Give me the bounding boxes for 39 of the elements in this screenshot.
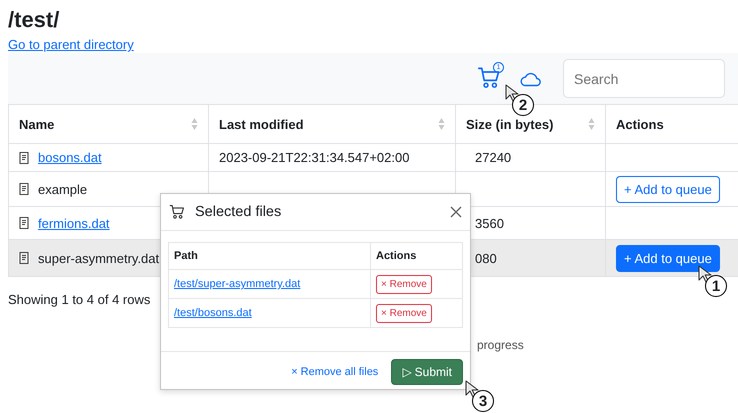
remove-all-link[interactable]: × Remove all files: [291, 366, 378, 378]
cart-icon: [169, 204, 185, 220]
search-field[interactable]: Search: [563, 59, 725, 98]
file-icon: [19, 252, 29, 264]
file-size: 080: [475, 250, 497, 266]
column-header: Actions: [376, 250, 416, 262]
callout-number: 3: [472, 390, 494, 412]
file-icon: [19, 183, 29, 195]
callout-number: 1: [705, 275, 727, 297]
file-icon: [19, 152, 29, 164]
file-link[interactable]: fermions.dat: [38, 216, 110, 230]
status-text: progress: [477, 338, 524, 352]
modified-date: 2023-09-21T22:31:34.547+02:00: [219, 150, 410, 165]
file-size: 27240: [475, 150, 512, 165]
pagination-info: Showing 1 to 4 of 4 rows: [8, 292, 150, 307]
close-icon[interactable]: [450, 206, 462, 218]
submit-button[interactable]: ▷ Submit: [391, 359, 463, 385]
page-title: /test/: [8, 6, 60, 34]
cursor-icon: [465, 380, 479, 398]
cloud-icon[interactable]: [519, 70, 541, 86]
file-link[interactable]: bosons.dat: [38, 150, 102, 165]
remove-button[interactable]: × Remove: [376, 304, 432, 322]
file-name: example: [38, 182, 88, 196]
column-header: Size (in bytes): [466, 116, 554, 132]
add-to-queue-button[interactable]: + Add to queue: [616, 176, 720, 202]
file-name: super-asymmetry.dat: [38, 250, 160, 266]
add-to-queue-button[interactable]: + Add to queue: [616, 244, 720, 272]
column-header: Last modified: [219, 116, 304, 132]
file-path-link[interactable]: /test/bosons.dat: [174, 307, 252, 319]
cursor-icon: [505, 84, 519, 102]
file-size: 3560: [475, 216, 504, 230]
cart-icon[interactable]: [477, 66, 501, 90]
parent-directory-link[interactable]: Go to parent directory: [8, 37, 134, 53]
remove-button[interactable]: × Remove: [376, 274, 432, 294]
file-icon: [19, 217, 29, 229]
modal-title: Selected files: [195, 204, 282, 220]
column-header: Path: [174, 250, 198, 262]
column-header: Name: [19, 116, 54, 132]
column-header: Actions: [616, 116, 664, 132]
